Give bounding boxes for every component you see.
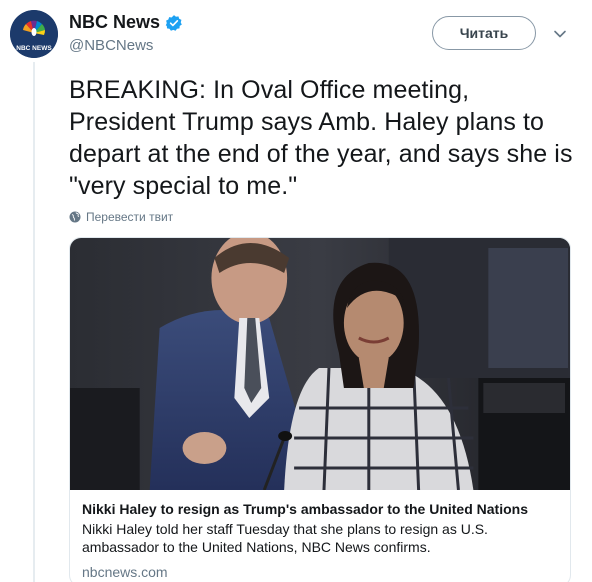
card-title[interactable]: Nikki Haley to resign as Trump's ambassa… bbox=[82, 500, 558, 518]
thread-line bbox=[33, 62, 35, 582]
link-card[interactable]: Nikki Haley to resign as Trump's ambassa… bbox=[69, 237, 571, 582]
tweet-text: BREAKING: In Oval Office meeting, Presid… bbox=[69, 76, 573, 200]
translate-tweet-link[interactable]: Перевести твит bbox=[69, 210, 173, 224]
translate-label[interactable]: Перевести твит bbox=[86, 210, 173, 224]
card-domain: nbcnews.com bbox=[82, 564, 168, 580]
card-body: Nikki Haley to resign as Trump's ambassa… bbox=[70, 490, 570, 582]
name-row: NBC News bbox=[69, 12, 183, 33]
tweet-header: NBC News @NBCNews bbox=[69, 12, 183, 54]
nbc-peacock-logo-icon: NBC NEWS bbox=[10, 10, 58, 58]
follow-button[interactable]: Читать bbox=[432, 16, 536, 50]
card-description: Nikki Haley told her staff Tuesday that … bbox=[82, 521, 488, 555]
globe-icon bbox=[69, 211, 81, 223]
card-image bbox=[70, 238, 570, 490]
verified-badge-icon bbox=[165, 14, 182, 31]
author-handle[interactable]: @NBCNews bbox=[69, 37, 183, 54]
chevron-down-icon[interactable] bbox=[552, 26, 568, 42]
avatar[interactable]: NBC NEWS bbox=[10, 10, 58, 58]
author-display-name[interactable]: NBC News bbox=[69, 12, 160, 33]
svg-text:NBC NEWS: NBC NEWS bbox=[16, 45, 52, 52]
